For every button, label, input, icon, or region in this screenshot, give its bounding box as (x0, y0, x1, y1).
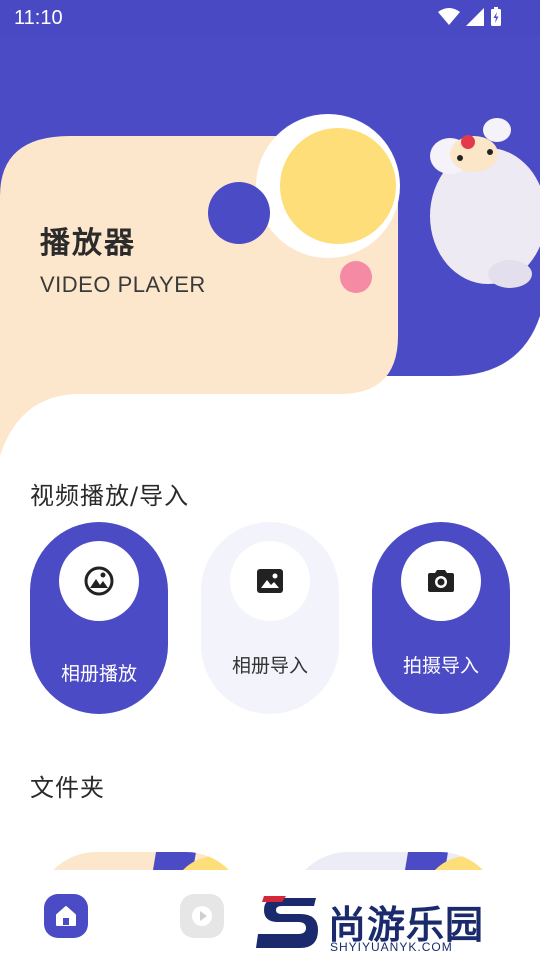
watermark-subtext: SHYIYUANYK.COM (330, 940, 453, 954)
hero-banner: 播放器 VIDEO PLAYER (0, 36, 540, 466)
camera-icon (428, 570, 454, 592)
watermark-logo: 尚游乐园 SHYIYUANYK.COM (256, 888, 536, 958)
album-import-button[interactable]: 相册导入 (201, 522, 339, 714)
home-icon (56, 906, 76, 926)
section-title-folders: 文件夹 (30, 774, 105, 802)
album-import-icon-circle (230, 541, 310, 621)
signal-icon (466, 8, 484, 26)
battery-icon (491, 7, 501, 26)
album-import-label: 相册导入 (231, 655, 308, 677)
camera-import-button[interactable]: 拍摄导入 (372, 522, 510, 714)
status-time: 11:10 (14, 7, 63, 29)
album-play-label: 相册播放 (60, 663, 137, 685)
section-title-video: 视频播放/导入 (30, 482, 190, 510)
album-play-button[interactable]: 相册播放 (30, 522, 168, 714)
watermark-s-icon (256, 896, 318, 948)
album-play-icon-circle (59, 541, 139, 621)
nav-play[interactable] (180, 894, 224, 938)
status-icons (438, 7, 502, 27)
camera-import-label: 拍摄导入 (402, 655, 479, 677)
status-bar: 11:10 (0, 0, 540, 36)
nav-home[interactable] (44, 894, 88, 938)
hero-title: 播放器 (40, 226, 136, 261)
gallery-icon (84, 566, 114, 596)
hero-subtitle: VIDEO PLAYER (40, 272, 206, 297)
image-icon (257, 569, 283, 593)
play-icon (192, 906, 212, 926)
wifi-icon (438, 8, 460, 25)
camera-import-icon-circle (401, 541, 481, 621)
